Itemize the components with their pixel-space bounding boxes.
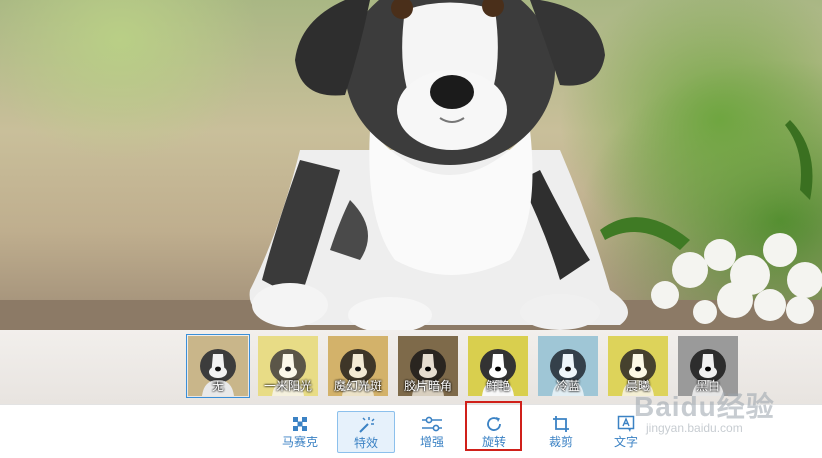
- crop-button[interactable]: 裁剪: [532, 411, 590, 453]
- mosaic-icon: [293, 417, 307, 431]
- filter-label: 黑白: [695, 379, 720, 393]
- enhance-button[interactable]: 增强: [403, 411, 461, 453]
- filter-label: 冷蓝: [555, 379, 580, 393]
- tool-label: 文字: [613, 435, 638, 449]
- filter-thumb-black-white[interactable]: 黑白: [678, 336, 738, 396]
- filter-thumb-dawn[interactable]: 晨曦: [608, 336, 668, 396]
- filter-label: 胶片暗角: [403, 379, 452, 393]
- puppy-photo: [0, 0, 822, 330]
- crop-icon: [553, 416, 569, 432]
- filter-thumb-none[interactable]: 无: [186, 334, 250, 398]
- effects-button[interactable]: 特效: [337, 411, 395, 453]
- tool-label: 旋转: [481, 435, 506, 449]
- filter-strip: 无 一米阳光 魔幻光斑 胶片暗角 鲜艳 冷蓝 晨曦 黑白: [0, 330, 822, 404]
- rotate-icon: [487, 417, 501, 431]
- tool-label: 裁剪: [548, 435, 573, 449]
- filter-thumb-cool-blue[interactable]: 冷蓝: [538, 336, 598, 396]
- photo-preview: [0, 0, 822, 330]
- rotate-button[interactable]: 旋转: [465, 411, 523, 453]
- text-button[interactable]: 文字: [597, 411, 655, 453]
- tool-label: 马赛克: [281, 435, 318, 449]
- filter-label: 一米阳光: [263, 379, 312, 393]
- mosaic-button[interactable]: 马赛克: [271, 411, 329, 453]
- magic-wand-icon: [359, 417, 375, 433]
- tool-label: 特效: [353, 436, 378, 450]
- filter-thumb-bokeh[interactable]: 魔幻光斑: [328, 336, 388, 396]
- filter-label: 无: [211, 379, 224, 393]
- sliders-icon: [422, 416, 442, 432]
- filter-label: 鲜艳: [485, 379, 510, 393]
- filter-thumb-sunshine[interactable]: 一米阳光: [258, 336, 318, 396]
- filter-thumb-vignette[interactable]: 胶片暗角: [398, 336, 458, 396]
- edit-toolbar: 马赛克 特效 增强 旋转 裁剪 文字: [0, 404, 822, 458]
- filter-label: 晨曦: [625, 379, 650, 393]
- filter-label: 魔幻光斑: [333, 379, 382, 393]
- tool-label: 增强: [419, 435, 444, 449]
- filter-thumb-vivid[interactable]: 鲜艳: [468, 336, 528, 396]
- text-icon: [617, 415, 635, 432]
